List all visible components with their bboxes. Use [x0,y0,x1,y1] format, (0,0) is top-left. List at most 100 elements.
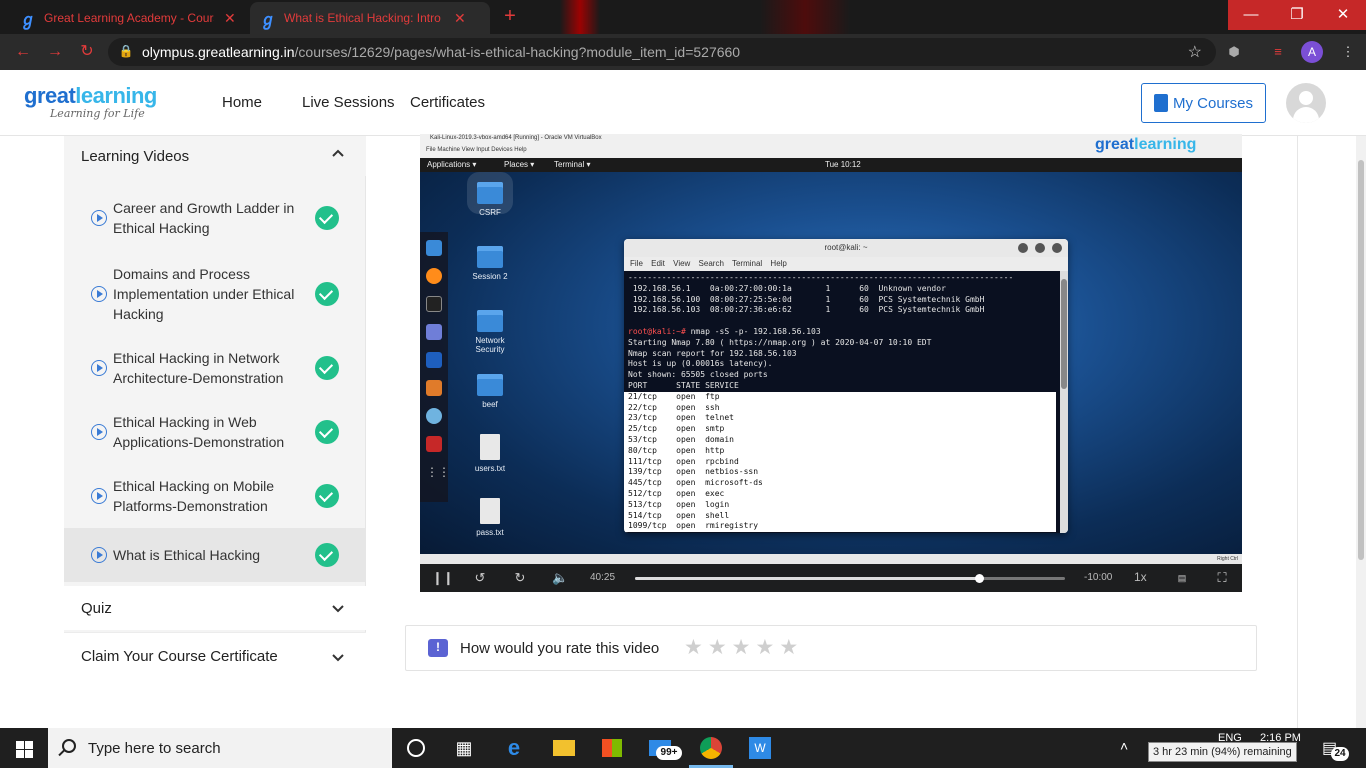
completed-check-icon [315,206,339,230]
star-2-icon[interactable]: ★ [708,635,727,661]
close-tab-icon[interactable]: ✕ [224,10,236,27]
new-tab-button[interactable]: + [498,4,522,28]
user-avatar[interactable] [1286,83,1326,123]
star-4-icon[interactable]: ★ [755,635,774,661]
page-scrollbar[interactable] [1356,136,1366,728]
edge-icon[interactable]: e [502,736,526,760]
store-badge: 99+ [656,746,682,760]
desktop-icon-label: users.txt [474,464,506,473]
lesson-item[interactable]: Ethical Hacking in Network Architecture-… [64,342,366,394]
wps-writer-icon[interactable]: W [748,736,772,760]
desktop-icon-label: Session 2 [472,272,508,281]
nav-home[interactable]: Home [222,94,262,111]
greatlearning-logo[interactable]: greatlearning Learning for Life [24,83,157,120]
star-3-icon[interactable]: ★ [732,635,751,661]
course-sidebar: Learning Videos Career and Growth Ladder… [64,136,366,728]
bookmark-star-icon[interactable]: ☆ [1188,42,1202,62]
rewind-icon[interactable]: ↺ [472,570,488,586]
lesson-item[interactable]: Career and Growth Ladder in Ethical Hack… [64,192,366,244]
back-icon[interactable]: ← [12,41,34,63]
seek-handle[interactable] [975,574,984,583]
maximize-icon [1035,243,1045,253]
lesson-item-active[interactable]: What is Ethical Hacking [64,528,366,582]
close-window-button[interactable]: ✕ [1320,0,1366,30]
reload-icon[interactable]: ↻ [76,41,98,63]
menu-kebab-icon[interactable]: ⋮ [1338,42,1358,62]
learning-videos-header[interactable]: Learning Videos [64,136,366,176]
play-circle-icon [91,286,107,302]
folder-icon [477,310,503,332]
volume-icon[interactable]: 🔈 [552,570,568,586]
star-1-icon[interactable]: ★ [684,635,703,661]
vm-statusbar: Right Ctrl [420,554,1242,564]
my-courses-button[interactable]: My Courses [1141,83,1266,123]
desktop-icon-label: CSRF [479,208,501,217]
restore-window-button[interactable]: ❐ [1274,0,1320,30]
star-rating[interactable]: ★ ★ ★ ★ ★ [684,635,798,661]
completed-check-icon [315,420,339,444]
nmap-port-line: 514/tcp open shell [624,510,1056,522]
star-5-icon[interactable]: ★ [779,635,798,661]
captions-icon[interactable]: ▤ [1174,570,1190,586]
scroll-thumb[interactable] [1358,160,1364,560]
chevron-up-icon [332,149,344,157]
kali-places-menu: Places ▾ [504,160,535,169]
lesson-item[interactable]: Ethical Hacking on Mobile Platforms-Demo… [64,470,366,522]
tab-title: What is Ethical Hacking: Intro [284,11,441,25]
lesson-item[interactable]: Domains and Process Implementation under… [64,258,366,330]
chevron-down-icon [332,605,344,613]
pause-icon[interactable]: ❙❙ [432,570,454,586]
quiz-section[interactable]: Quiz [64,586,366,630]
windows-start-button[interactable] [0,728,48,768]
cortana-icon[interactable] [404,736,428,760]
forward-icon[interactable]: ↻ [512,570,528,586]
desktop-folder-beef: beef [460,374,520,409]
terminal-title: root@kali: ~ [624,239,1068,257]
content-divider [1297,136,1298,728]
browser-profile-avatar[interactable]: A [1301,41,1323,63]
browser-tab-ethical-hacking[interactable]: ℊ What is Ethical Hacking: Intro ✕ [250,2,490,34]
kali-desktop: ⋮⋮ CSRF Session 2 Network Security beef … [420,172,1242,554]
browser-tab-academy[interactable]: ℊ Great Learning Academy - Cours ✕ [10,2,250,34]
nmap-port-line: 139/tcp open netbios-ssn [624,467,1056,479]
vm-menu: File Machine View Input Devices Help [426,147,527,153]
lesson-item[interactable]: Ethical Hacking in Web Applications-Demo… [64,406,366,458]
seek-bar[interactable] [635,574,1065,583]
nmap-port-line: 25/tcp open smtp [624,424,1056,435]
nmap-output: Starting Nmap 7.80 ( https://nmap.org ) … [628,337,932,390]
nav-certificates[interactable]: Certificates [410,94,485,111]
taskbar-search-box[interactable]: Type here to search [48,728,392,768]
terminal-menu: File Edit View Search Terminal Help [624,257,1068,271]
video-player[interactable]: Kali-Linux-2019.3-vbox-amd64 [Running] -… [420,134,1242,592]
play-circle-icon [91,424,107,440]
minimize-icon [1018,243,1028,253]
chrome-icon[interactable] [689,736,733,768]
terminal-window-buttons [1018,243,1062,253]
close-tab-icon[interactable]: ✕ [454,10,466,27]
media-extension-icon[interactable]: ≡ [1268,42,1288,62]
claim-certificate-label: Claim Your Course Certificate [81,648,278,665]
terminal-output: ----------------------------------------… [624,271,1060,533]
background-decoration [560,0,600,34]
shield-extension-icon[interactable]: ⬢ [1224,42,1244,62]
fullscreen-icon[interactable]: ⛶ [1214,570,1230,586]
nmap-port-line: 80/tcp open http [624,445,1056,457]
lesson-title: Ethical Hacking on Mobile Platforms-Demo… [113,478,275,514]
metasploit-icon [426,352,442,368]
apps-grid-icon: ⋮⋮ [426,465,450,479]
tray-chevron-up-icon[interactable]: ˄ [1120,738,1128,754]
store-icon[interactable] [600,736,624,760]
forward-icon[interactable]: → [44,41,66,63]
notification-count-badge: 24 [1331,747,1349,761]
desktop-icon-label: Network Security [475,336,505,354]
logo-tagline: Learning for Life [50,107,145,120]
address-bar[interactable]: 🔒 olympus.greatlearning.in/courses/12629… [108,38,1216,66]
eye-icon [426,408,442,424]
play-circle-icon [91,360,107,376]
nav-live-sessions[interactable]: Live Sessions [302,94,395,111]
task-view-icon[interactable]: ▦ [452,736,476,760]
minimize-window-button[interactable]: — [1228,0,1274,30]
nmap-port-line: 1099/tcp open rmiregistry [624,521,1056,533]
playback-speed[interactable]: 1x [1134,570,1147,584]
file-explorer-icon[interactable] [552,736,576,760]
